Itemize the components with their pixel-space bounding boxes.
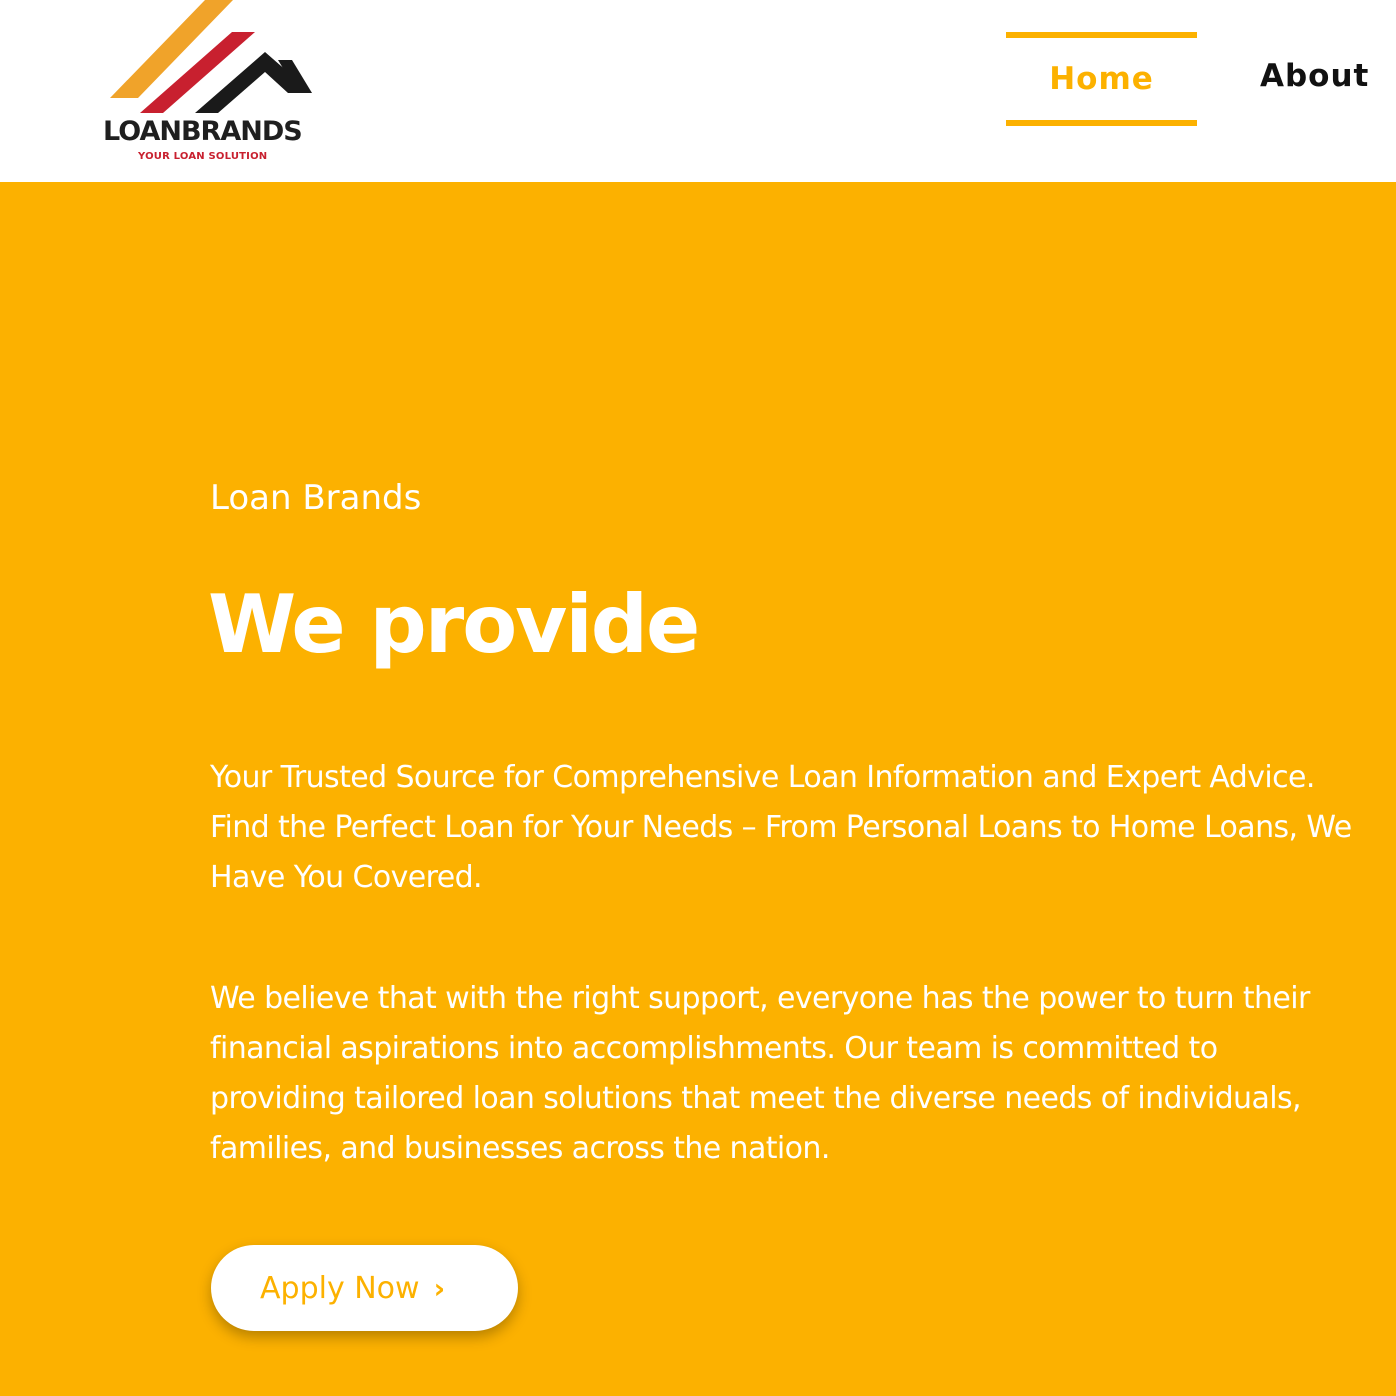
page: LOANBRANDS YOUR LOAN SOLUTION Home About… [0, 0, 1396, 1396]
apply-now-label: Apply Now [260, 1270, 420, 1306]
site-header: LOANBRANDS YOUR LOAN SOLUTION Home About [0, 0, 1396, 182]
hero-headline: We provide [208, 578, 700, 671]
logo[interactable]: LOANBRANDS YOUR LOAN SOLUTION [100, 0, 325, 170]
hero-eyebrow: Loan Brands [210, 478, 422, 518]
logo-mark-icon [110, 0, 312, 113]
logo-wordmark: LOANBRANDS [103, 116, 303, 147]
nav-item-home[interactable]: Home [1006, 32, 1197, 126]
apply-now-button[interactable]: Apply Now › [211, 1245, 518, 1331]
chevron-right-icon: › [433, 1271, 446, 1305]
hero-paragraph-2: We believe that with the right support, … [210, 981, 1310, 1166]
hero-paragraph-1: Your Trusted Source for Comprehensive Lo… [210, 760, 1352, 895]
logo-tagline: YOUR LOAN SOLUTION [138, 151, 268, 162]
nav-item-about[interactable]: About [1260, 58, 1369, 94]
